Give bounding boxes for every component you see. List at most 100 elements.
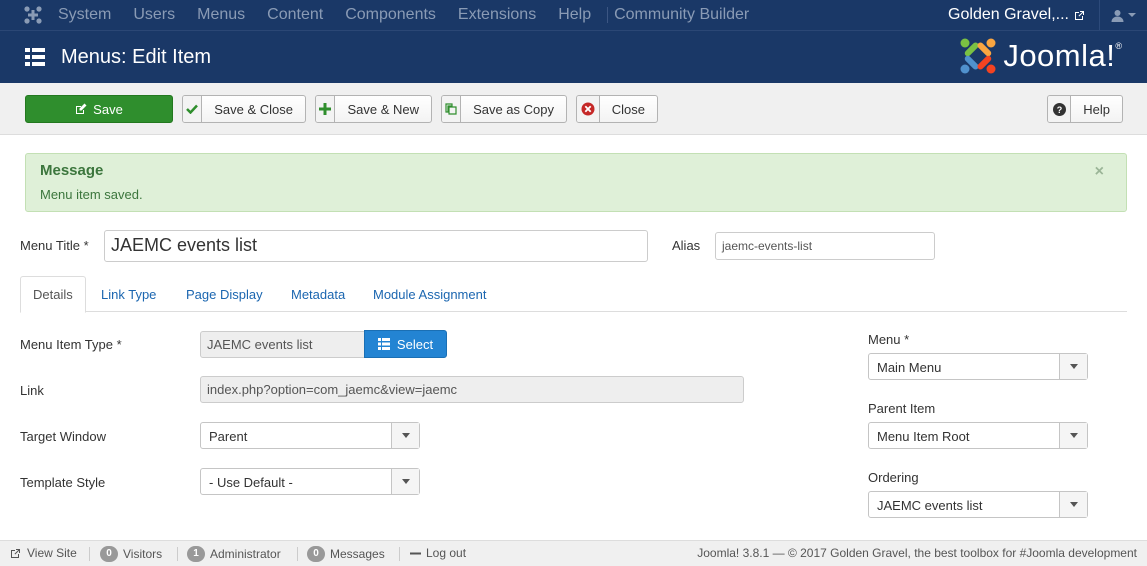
- toolbar: Save Save & Close Save & New Save as Cop…: [0, 83, 1147, 135]
- view-site-link[interactable]: View Site: [10, 546, 77, 560]
- save-copy-button[interactable]: Save as Copy: [441, 95, 567, 123]
- list-icon: [377, 338, 390, 350]
- ordering-label: Ordering: [868, 470, 919, 485]
- messages-count-badge: 0: [307, 546, 325, 562]
- user-icon: [1111, 9, 1124, 22]
- template-style-label: Template Style: [20, 475, 106, 490]
- chevron-down-icon: [1059, 354, 1087, 379]
- copy-icon: [445, 103, 457, 115]
- svg-text:?: ?: [1056, 105, 1062, 115]
- chevron-down-icon: [1059, 423, 1087, 448]
- select-label: Select: [396, 336, 434, 352]
- save-new-label: Save & New: [347, 101, 419, 117]
- messages-link[interactable]: 0 Messages: [307, 546, 385, 562]
- chevron-down-icon: [391, 469, 419, 494]
- external-link-icon: [1075, 10, 1084, 20]
- joomla-brand-icon: [960, 38, 996, 74]
- template-style-select[interactable]: - Use Default -: [200, 468, 420, 495]
- question-circle-icon: ?: [1052, 102, 1066, 116]
- alias-input[interactable]: jaemc-events-list: [715, 232, 935, 260]
- tab-details[interactable]: Details: [20, 276, 86, 313]
- status-bar: View Site 0 Visitors 1 Administrator 0 M…: [0, 540, 1147, 566]
- caret-down-icon: [1128, 13, 1136, 17]
- save-close-label: Save & Close: [214, 101, 293, 117]
- joomla-wordmark: Joomla!: [1003, 38, 1116, 73]
- external-link-icon: [11, 548, 20, 558]
- save-new-button[interactable]: Save & New: [315, 95, 432, 123]
- menu-select[interactable]: Main Menu: [868, 353, 1088, 380]
- nav-divider: [607, 7, 609, 23]
- nav-extensions[interactable]: Extensions: [458, 6, 536, 24]
- visitors-label: Visitors: [123, 547, 163, 561]
- parent-item-value: Menu Item Root: [877, 429, 970, 444]
- status-divider: [177, 547, 178, 561]
- close-button[interactable]: Close: [576, 95, 658, 123]
- view-site-label: View Site: [27, 546, 77, 560]
- menu-value: Main Menu: [877, 360, 942, 375]
- tab-metadata[interactable]: Metadata: [291, 276, 345, 312]
- page-header: Menus: Edit Item Joomla! ®: [0, 30, 1147, 83]
- ordering-select[interactable]: JAEMC events list: [868, 491, 1088, 518]
- chevron-down-icon: [391, 423, 419, 448]
- dismiss-message-icon[interactable]: ×: [1095, 163, 1104, 181]
- status-divider: [297, 547, 298, 561]
- success-message: Message Menu item saved. ×: [25, 153, 1127, 212]
- nav-help[interactable]: Help: [558, 6, 591, 24]
- tab-module-assignment[interactable]: Module Assignment: [373, 276, 486, 312]
- alias-label: Alias: [672, 238, 701, 253]
- menu-title-input[interactable]: JAEMC events list: [104, 230, 648, 262]
- select-type-button[interactable]: Select: [364, 330, 447, 358]
- logout-label: Log out: [426, 546, 467, 560]
- nav-menus[interactable]: Menus: [197, 6, 245, 24]
- menu-item-type-field: JAEMC events list: [200, 331, 365, 358]
- nav-community-builder[interactable]: Community Builder: [614, 6, 749, 24]
- page-title: Menus: Edit Item: [61, 45, 212, 68]
- joomla-menu-icon[interactable]: [22, 4, 44, 26]
- site-name: Golden Gravel,...: [948, 6, 1069, 23]
- nav-users[interactable]: Users: [133, 6, 175, 24]
- top-navbar: System Users Menus Content Components Ex…: [0, 0, 1147, 30]
- chevron-down-icon: [1059, 492, 1087, 517]
- nav-content[interactable]: Content: [267, 6, 323, 24]
- help-button[interactable]: ? Help: [1047, 95, 1123, 123]
- logout-link[interactable]: Log out: [410, 546, 466, 560]
- tab-page-display[interactable]: Page Display: [186, 276, 263, 312]
- save-copy-label: Save as Copy: [473, 101, 554, 117]
- template-style-value: - Use Default -: [209, 475, 293, 490]
- cancel-circle-icon: [581, 102, 595, 116]
- message-text: Menu item saved.: [40, 187, 143, 202]
- messages-label: Messages: [330, 547, 385, 561]
- target-window-value: Parent: [209, 429, 248, 444]
- link-field: index.php?option=com_jaemc&view=jaemc: [200, 376, 744, 403]
- joomla-logo: Joomla! ®: [959, 37, 1122, 75]
- visitors-indicator: 0 Visitors: [100, 546, 162, 562]
- user-menu[interactable]: [1099, 0, 1147, 30]
- save-label: Save: [93, 101, 123, 117]
- menu-title-label: Menu Title *: [20, 238, 89, 253]
- tab-bar: Details Link Type Page Display Metadata …: [20, 276, 1127, 313]
- target-window-select[interactable]: Parent: [200, 422, 420, 449]
- menu-item-type-label: Menu Item Type *: [20, 337, 122, 352]
- tab-link-type[interactable]: Link Type: [101, 276, 156, 312]
- visitors-count-badge: 0: [100, 546, 118, 562]
- site-link[interactable]: Golden Gravel,...: [948, 6, 1085, 24]
- copyright-text: Joomla! 3.8.1 — © 2017 Golden Gravel, th…: [697, 546, 1137, 560]
- admin-count-badge: 1: [187, 546, 205, 562]
- parent-item-label: Parent Item: [868, 401, 936, 416]
- status-divider: [399, 547, 400, 561]
- nav-system[interactable]: System: [58, 6, 111, 24]
- menu-label: Menu *: [868, 332, 910, 347]
- close-label: Close: [611, 101, 645, 117]
- nav-components[interactable]: Components: [345, 6, 436, 24]
- save-close-button[interactable]: Save & Close: [182, 95, 306, 123]
- link-label: Link: [20, 383, 44, 398]
- check-icon: [186, 104, 199, 114]
- save-button[interactable]: Save: [25, 95, 173, 123]
- minus-icon: [410, 552, 421, 554]
- registered-mark: ®: [1115, 41, 1122, 51]
- status-divider: [89, 547, 90, 561]
- help-label: Help: [1083, 101, 1110, 117]
- parent-item-select[interactable]: Menu Item Root: [868, 422, 1088, 449]
- message-heading: Message: [40, 162, 104, 179]
- list-icon: [25, 48, 45, 66]
